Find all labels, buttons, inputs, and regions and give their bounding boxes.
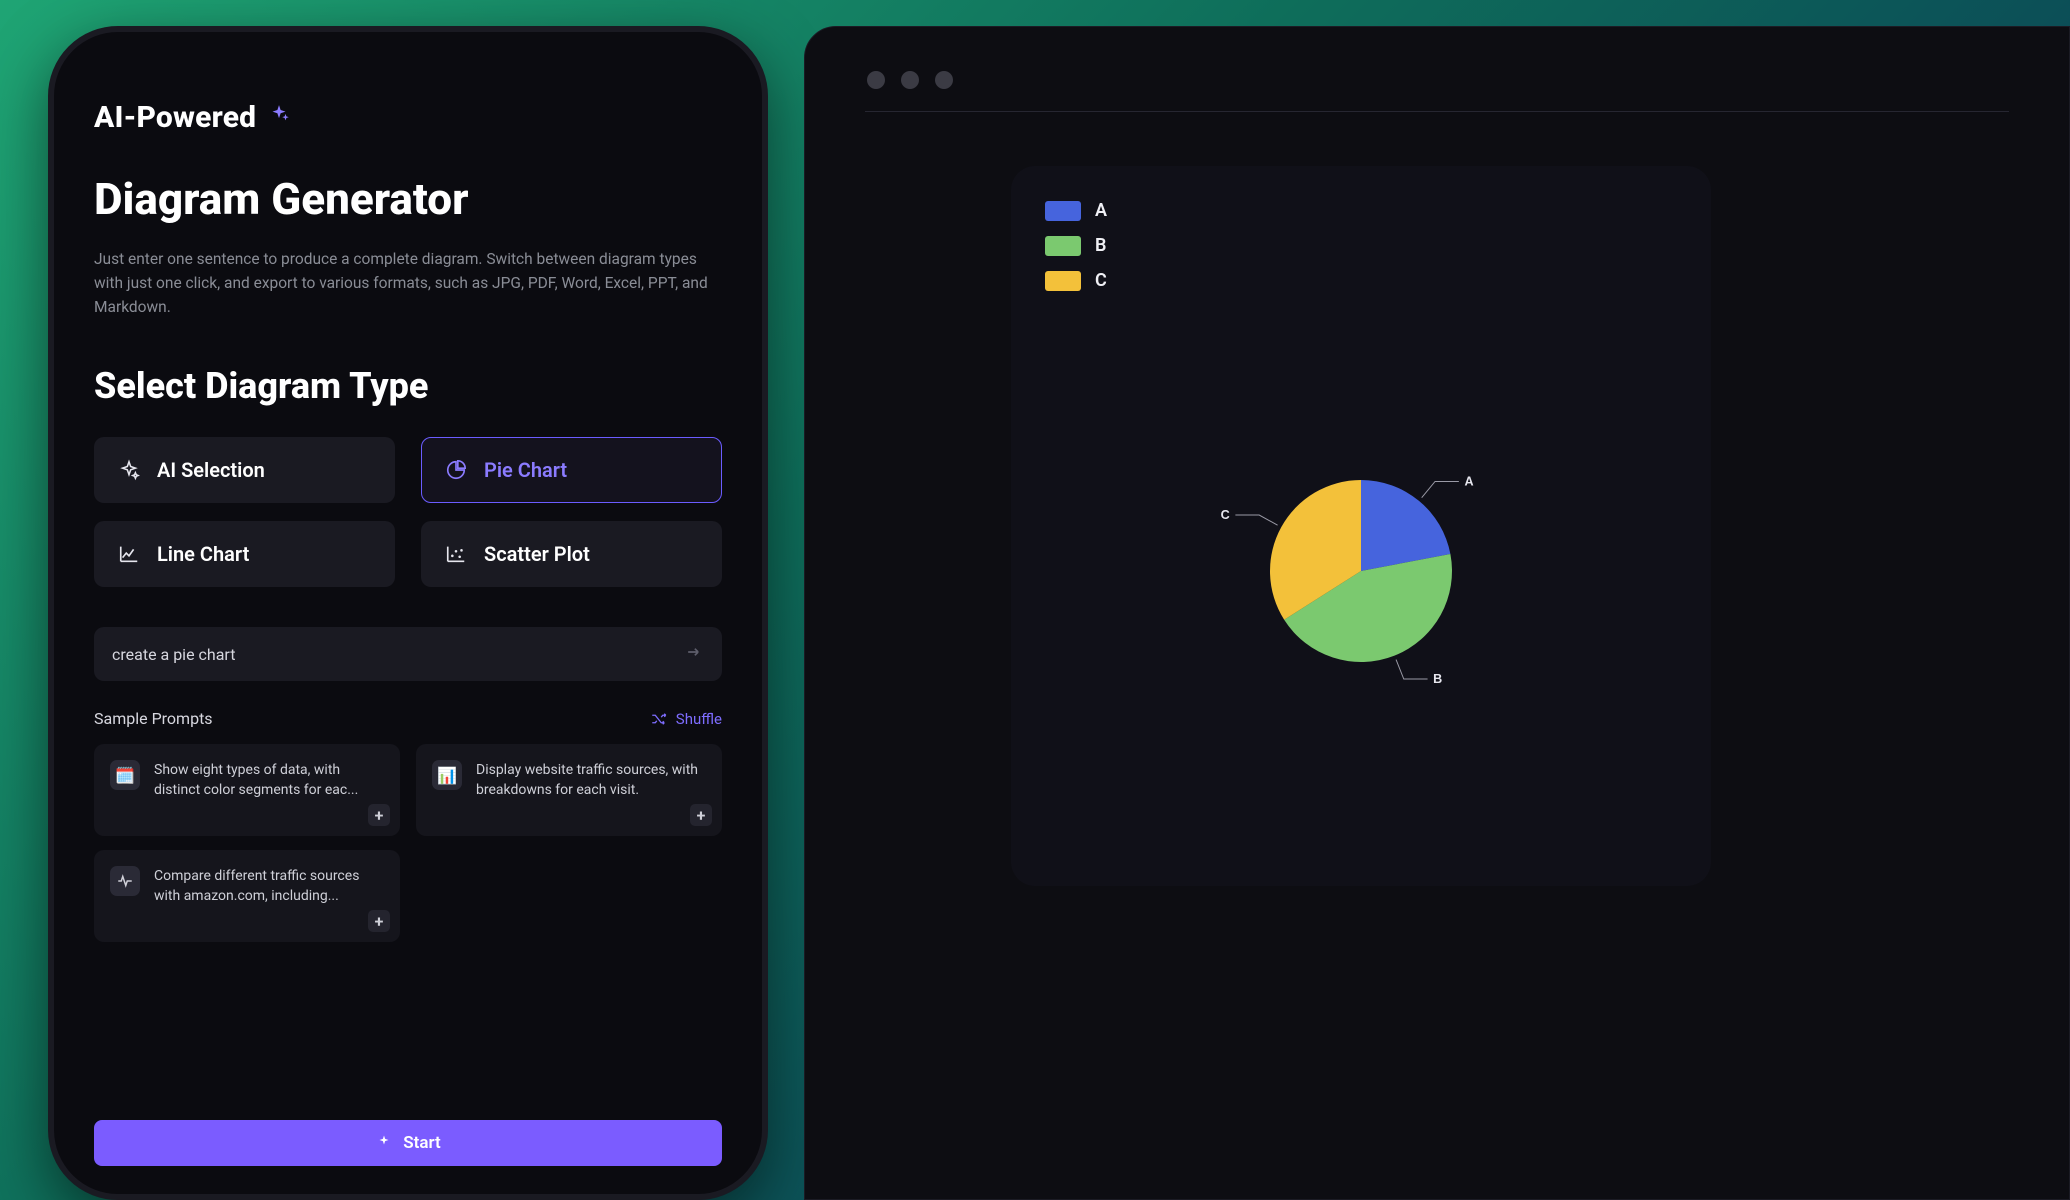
prompt-input[interactable]: create a pie chart <box>94 627 722 681</box>
legend-item: B <box>1045 235 1677 256</box>
sample-cards-row-1: 🗓️ Show eight types of data, with distin… <box>94 744 722 836</box>
slice-label: B <box>1433 672 1442 686</box>
brand-label: AI-Powered <box>94 100 256 135</box>
window-dot[interactable] <box>935 71 953 89</box>
page-subtext: Just enter one sentence to produce a com… <box>94 247 722 319</box>
sparkle-icon <box>266 103 292 133</box>
window-controls <box>867 71 2009 89</box>
brand-row: AI-Powered <box>94 100 722 135</box>
preview-window: ABC ABC <box>804 26 2070 1200</box>
type-label: Scatter Plot <box>484 542 590 566</box>
prompt-value: create a pie chart <box>112 645 235 664</box>
sparkle-icon <box>117 458 141 482</box>
pie-chart: A B C <box>1045 291 1677 851</box>
chart-legend: ABC <box>1045 200 1677 291</box>
add-icon[interactable]: + <box>368 910 390 932</box>
type-pie-chart[interactable]: Pie Chart <box>421 437 722 503</box>
add-icon[interactable]: + <box>368 804 390 826</box>
bar-chart-icon: 📊 <box>432 760 462 790</box>
leader-line <box>1422 481 1459 497</box>
slice-label: C <box>1221 508 1230 522</box>
stage: AI-Powered Diagram Generator Just enter … <box>0 0 2070 1200</box>
slice-label: A <box>1464 475 1473 489</box>
pie-svg: A B C <box>1221 431 1501 711</box>
type-scatter-plot[interactable]: Scatter Plot <box>421 521 722 587</box>
activity-icon <box>110 866 140 896</box>
sample-text: Compare different traffic sources with a… <box>154 866 384 908</box>
chart-canvas: ABC ABC <box>1011 166 1711 886</box>
shuffle-label: Shuffle <box>676 710 722 728</box>
legend-swatch <box>1045 236 1081 256</box>
divider <box>865 111 2009 112</box>
pie-chart-icon <box>444 458 468 482</box>
type-label: Line Chart <box>157 542 249 566</box>
sample-card[interactable]: 📊 Display website traffic sources, with … <box>416 744 722 836</box>
send-icon[interactable] <box>684 642 704 666</box>
window-dot[interactable] <box>867 71 885 89</box>
sample-text: Display website traffic sources, with br… <box>476 760 706 802</box>
sample-card[interactable]: Compare different traffic sources with a… <box>94 850 400 942</box>
section-heading: Select Diagram Type <box>94 365 722 407</box>
sample-cards-row-2: Compare different traffic sources with a… <box>94 850 722 942</box>
type-label: AI Selection <box>157 458 265 482</box>
sample-prompts-header: Sample Prompts Shuffle <box>94 709 722 728</box>
page-title: Diagram Generator <box>94 173 722 225</box>
type-line-chart[interactable]: Line Chart <box>94 521 395 587</box>
legend-label: A <box>1095 200 1107 221</box>
sample-card[interactable]: 🗓️ Show eight types of data, with distin… <box>94 744 400 836</box>
legend-item: C <box>1045 270 1677 291</box>
legend-label: B <box>1095 235 1106 256</box>
leader-line <box>1396 660 1428 680</box>
window-dot[interactable] <box>901 71 919 89</box>
shuffle-button[interactable]: Shuffle <box>650 710 722 728</box>
phone-panel: AI-Powered Diagram Generator Just enter … <box>48 26 768 1200</box>
add-icon[interactable]: + <box>690 804 712 826</box>
diagram-type-grid: AI Selection Pie Chart Line Chart Scatte… <box>94 437 722 587</box>
legend-swatch <box>1045 271 1081 291</box>
start-button[interactable]: Start <box>94 1120 722 1166</box>
scatter-plot-icon <box>444 542 468 566</box>
legend-swatch <box>1045 201 1081 221</box>
leader-line <box>1235 515 1277 525</box>
type-ai-selection[interactable]: AI Selection <box>94 437 395 503</box>
legend-item: A <box>1045 200 1677 221</box>
calendar-icon: 🗓️ <box>110 760 140 790</box>
sample-prompts-label: Sample Prompts <box>94 709 213 728</box>
legend-label: C <box>1095 270 1107 291</box>
line-chart-icon <box>117 542 141 566</box>
sample-text: Show eight types of data, with distinct … <box>154 760 384 802</box>
type-label: Pie Chart <box>484 458 567 482</box>
start-label: Start <box>403 1133 440 1153</box>
